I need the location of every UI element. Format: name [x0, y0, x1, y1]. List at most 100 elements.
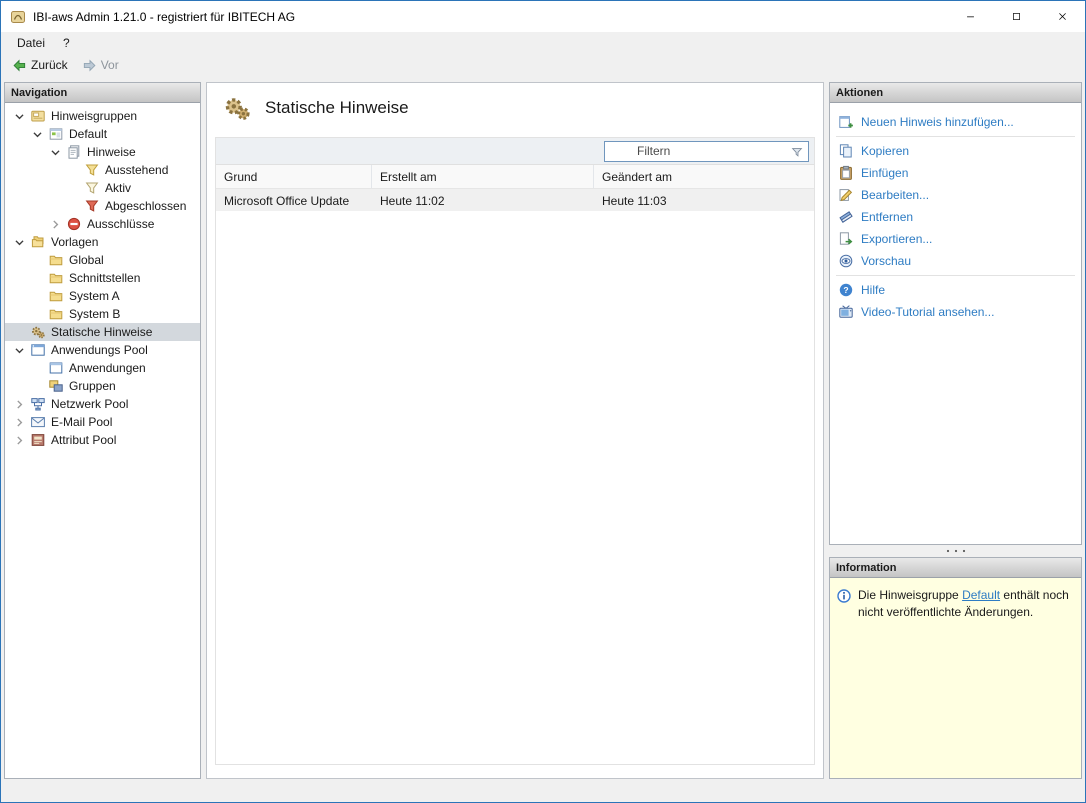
action-label: Entfernen — [861, 210, 913, 224]
column-header-erstellt-am[interactable]: Erstellt am — [372, 165, 594, 188]
tree-item-global[interactable]: Global — [5, 251, 200, 269]
filter-input[interactable]: Filtern — [604, 141, 809, 162]
expander-spacer — [30, 379, 45, 394]
tree-item-label: E-Mail Pool — [51, 415, 112, 429]
chevron-down-icon[interactable] — [30, 127, 45, 142]
chevron-down-icon[interactable] — [12, 343, 27, 358]
tree-item-aktiv[interactable]: Aktiv — [5, 179, 200, 197]
tree-item-netzwerk-pool[interactable]: Netzwerk Pool — [5, 395, 200, 413]
separator — [836, 275, 1075, 276]
paste-icon — [838, 165, 854, 181]
table-header-row: GrundErstellt amGeändert am — [216, 165, 814, 189]
tree-item-label: Default — [69, 127, 107, 141]
tree-item-abgeschlossen[interactable]: Abgeschlossen — [5, 197, 200, 215]
tree-item-vorlagen[interactable]: Vorlagen — [5, 233, 200, 251]
tree-item-label: Ausschlüsse — [87, 217, 154, 231]
back-button-label: Zurück — [31, 58, 68, 72]
column-header-grund[interactable]: Grund — [216, 165, 372, 188]
menu-item-datei[interactable]: Datei — [8, 34, 54, 52]
tree-item-ausschlüsse[interactable]: Ausschlüsse — [5, 215, 200, 233]
chevron-right-icon[interactable] — [12, 397, 27, 412]
action-entfernen[interactable]: Entfernen — [830, 206, 1081, 228]
default-group-icon — [48, 126, 64, 142]
action-vorschau[interactable]: Vorschau — [830, 250, 1081, 272]
table-body: Microsoft Office UpdateHeute 11:02Heute … — [216, 189, 814, 764]
tree-item-label: System A — [69, 289, 120, 303]
tree-item-label: Ausstehend — [105, 163, 168, 177]
tree-item-schnittstellen[interactable]: Schnittstellen — [5, 269, 200, 287]
exclusion-icon — [66, 216, 82, 232]
expander-spacer — [30, 361, 45, 376]
actions-panel-header: Aktionen — [830, 83, 1081, 103]
tree-item-label: Attribut Pool — [51, 433, 116, 447]
tree-item-system-b[interactable]: System B — [5, 305, 200, 323]
chevron-right-icon[interactable] — [12, 433, 27, 448]
separator — [836, 136, 1075, 137]
tree-item-hinweise[interactable]: Hinweise — [5, 143, 200, 161]
table-row[interactable]: Microsoft Office UpdateHeute 11:02Heute … — [216, 189, 814, 211]
folder-icon — [48, 288, 64, 304]
action-bearbeiten[interactable]: Bearbeiten... — [830, 184, 1081, 206]
action-label: Video-Tutorial ansehen... — [861, 305, 994, 319]
tree-item-label: System B — [69, 307, 120, 321]
chevron-down-icon[interactable] — [12, 235, 27, 250]
app-logo-icon — [10, 9, 26, 25]
tree-item-gruppen[interactable]: Gruppen — [5, 377, 200, 395]
action-neuen-hinweis-hinzufügen[interactable]: Neuen Hinweis hinzufügen... — [830, 111, 1081, 133]
default-group-link[interactable]: Default — [962, 588, 1000, 602]
back-arrow-icon — [12, 58, 27, 73]
resize-grip[interactable] — [1068, 786, 1082, 800]
info-icon — [836, 588, 852, 604]
menu-item-?[interactable]: ? — [54, 34, 79, 52]
action-kopieren[interactable]: Kopieren — [830, 140, 1081, 162]
tree-item-label: Hinweise — [87, 145, 136, 159]
action-hilfe[interactable]: ?Hilfe — [830, 279, 1081, 301]
forward-arrow-icon — [82, 58, 97, 73]
window-title: IBI-aws Admin 1.21.0 - registriert für I… — [33, 10, 295, 24]
action-video-tutorial-ansehen[interactable]: Video-Tutorial ansehen... — [830, 301, 1081, 323]
minimize-button[interactable] — [947, 1, 993, 32]
folder-icon — [48, 270, 64, 286]
tree-item-system-a[interactable]: System A — [5, 287, 200, 305]
back-button[interactable]: Zurück — [6, 56, 74, 75]
folder-icon — [48, 306, 64, 322]
information-panel: Information Die Hinweisgruppe Default en… — [829, 557, 1082, 779]
tree-item-attribut-pool[interactable]: Attribut Pool — [5, 431, 200, 449]
tree-item-label: Gruppen — [69, 379, 116, 393]
table-cell: Microsoft Office Update — [216, 189, 372, 211]
tree-item-ausstehend[interactable]: Ausstehend — [5, 161, 200, 179]
tree-item-label: Statische Hinweise — [51, 325, 152, 339]
forward-button[interactable]: Vor — [76, 56, 125, 75]
action-label: Exportieren... — [861, 232, 932, 246]
close-button[interactable] — [1039, 1, 1085, 32]
tree-item-anwendungen[interactable]: Anwendungen — [5, 359, 200, 377]
tree-item-label: Netzwerk Pool — [51, 397, 128, 411]
information-panel-header: Information — [830, 558, 1081, 578]
action-label: Hilfe — [861, 283, 885, 297]
network-icon — [30, 396, 46, 412]
expander-spacer — [66, 199, 81, 214]
chevron-down-icon[interactable] — [48, 145, 63, 160]
tree-item-e-mail-pool[interactable]: E-Mail Pool — [5, 413, 200, 431]
chevron-right-icon[interactable] — [12, 415, 27, 430]
tree-item-anwendungs-pool[interactable]: Anwendungs Pool — [5, 341, 200, 359]
tree-item-label: Global — [69, 253, 104, 267]
tree-item-label: Anwendungen — [69, 361, 146, 375]
tree-item-default[interactable]: Default — [5, 125, 200, 143]
maximize-button[interactable] — [993, 1, 1039, 32]
tree-item-statische-hinweise[interactable]: Statische Hinweise — [5, 323, 200, 341]
table-cell: Heute 11:03 — [594, 189, 814, 211]
action-einfügen[interactable]: Einfügen — [830, 162, 1081, 184]
gears-icon — [30, 324, 46, 340]
tree-item-hinweisgruppen[interactable]: Hinweisgruppen — [5, 107, 200, 125]
panel-splitter[interactable] — [829, 545, 1082, 557]
action-exportieren[interactable]: Exportieren... — [830, 228, 1081, 250]
chevron-down-icon[interactable] — [12, 109, 27, 124]
forward-button-label: Vor — [101, 58, 119, 72]
chevron-right-icon[interactable] — [48, 217, 63, 232]
tree-item-label: Aktiv — [105, 181, 131, 195]
content-header: Statische Hinweise — [207, 83, 823, 133]
column-header-geändert-am[interactable]: Geändert am — [594, 165, 814, 188]
filter-placeholder: Filtern — [605, 144, 670, 158]
filter-funnel-icon[interactable] — [790, 145, 804, 159]
